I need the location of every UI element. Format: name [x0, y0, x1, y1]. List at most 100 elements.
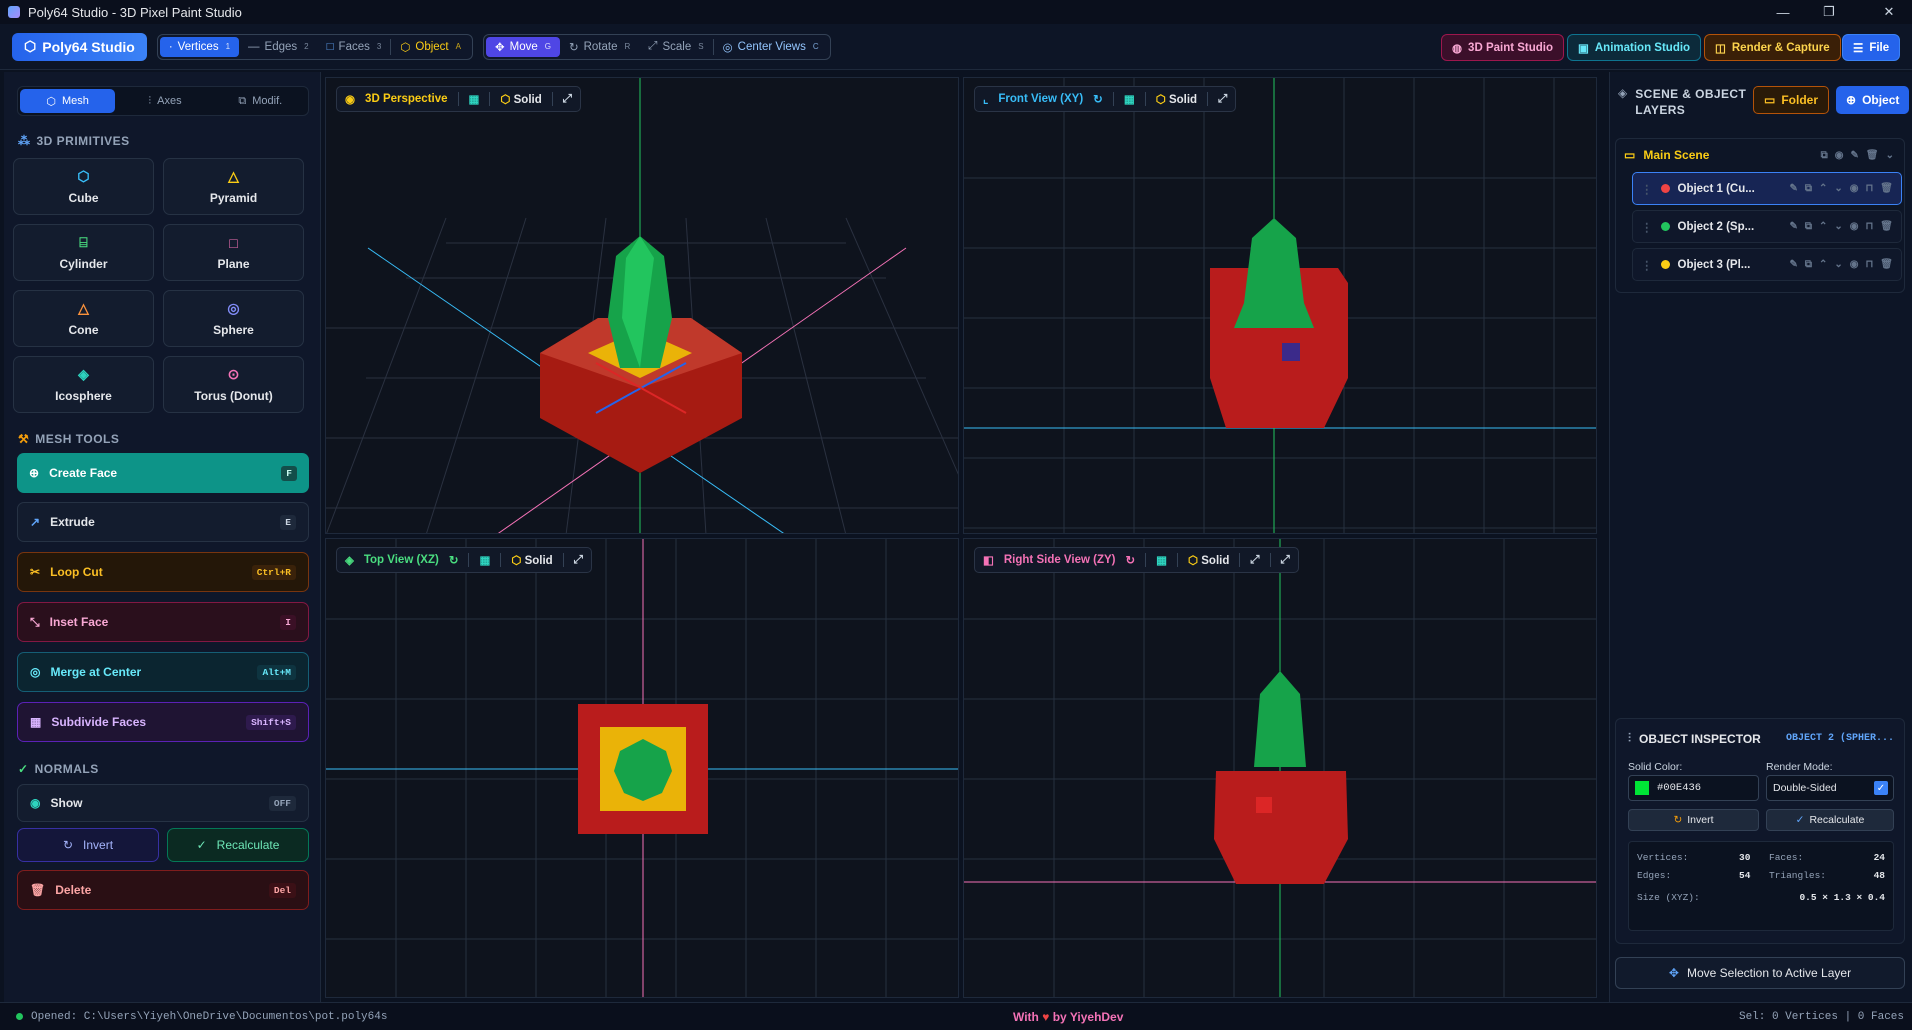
- mode-faces[interactable]: □ Faces 3: [318, 37, 391, 57]
- layer-row[interactable]: ⋮ Object 1 (Cu... ✎ ⧉ ⌃ ⌄ ◉ ⊓ 🗑: [1632, 172, 1902, 205]
- layer-row[interactable]: ⋮ Object 3 (Pl... ✎ ⧉ ⌃ ⌄ ◉ ⊓ 🗑: [1632, 248, 1902, 281]
- chevron-down-icon[interactable]: ⌄: [1834, 259, 1842, 270]
- paint-studio-button[interactable]: ◍ 3D Paint Studio: [1441, 34, 1565, 61]
- create-face-button[interactable]: ⊕ Create Face F: [17, 453, 309, 493]
- add-object-button[interactable]: ⊕ Object: [1836, 86, 1910, 114]
- trash-icon[interactable]: 🗑: [1880, 221, 1893, 232]
- scene-folder[interactable]: ▭ Main Scene ⧉ ◉ ✎ 🗑 ⌄: [1624, 148, 1894, 162]
- eye-icon[interactable]: ◉: [345, 92, 355, 106]
- primitive-plane[interactable]: □ Plane: [163, 224, 304, 281]
- drag-handle-icon[interactable]: ⋮: [1641, 220, 1653, 234]
- recalculate-normals-button[interactable]: ✓ Recalculate: [167, 828, 309, 862]
- scale-button[interactable]: ⤢ Scale S: [639, 37, 712, 57]
- maximize-icon[interactable]: ⤢: [1281, 554, 1290, 567]
- restore-icon[interactable]: ❐: [1806, 0, 1852, 24]
- copy-icon[interactable]: ⧉: [1805, 183, 1812, 194]
- brand-button[interactable]: ⬡ Poly64 Studio: [12, 32, 147, 61]
- viewport-front[interactable]: ⌞ Front View (XY) ↻ ▦ ⬡ Solid ⤢: [963, 77, 1597, 534]
- inspector-recalculate-button[interactable]: ✓ Recalculate: [1766, 809, 1894, 831]
- primitive-cube[interactable]: ⬡ Cube: [13, 158, 154, 215]
- chevron-down-icon[interactable]: ⌄: [1834, 221, 1842, 232]
- edit-icon[interactable]: ✎: [1789, 183, 1797, 194]
- chevron-up-icon[interactable]: ⌃: [1819, 183, 1827, 194]
- close-icon[interactable]: ✕: [1866, 0, 1912, 24]
- rotate-button[interactable]: ↻ Rotate R: [560, 37, 639, 57]
- side-scene: [964, 539, 1596, 997]
- add-folder-button[interactable]: ▭ Folder: [1753, 86, 1830, 114]
- maximize-icon[interactable]: ⤢: [574, 554, 583, 567]
- viewport-perspective[interactable]: ◉ 3D Perspective ▦ ⬡ Solid ⤢: [325, 77, 959, 534]
- inset-face-button[interactable]: ⤡ Inset Face I: [17, 602, 309, 642]
- refresh-icon[interactable]: ↻: [449, 553, 459, 567]
- grid-icon[interactable]: ▦: [1124, 92, 1135, 106]
- refresh-icon[interactable]: ↻: [1093, 92, 1103, 106]
- edit-icon[interactable]: ✎: [1789, 221, 1797, 232]
- loop-cut-button[interactable]: ✂ Loop Cut Ctrl+R: [17, 552, 309, 592]
- maximize-icon[interactable]: ⤢: [1218, 93, 1227, 106]
- inspector-invert-button[interactable]: ↻ Invert: [1628, 809, 1759, 831]
- invert-normals-button[interactable]: ↻ Invert: [17, 828, 159, 862]
- edit-icon[interactable]: ✎: [1789, 259, 1797, 270]
- move-button[interactable]: ✥ Move G: [485, 36, 560, 57]
- chevron-down-icon[interactable]: ⌄: [1834, 183, 1842, 194]
- primitive-cylinder[interactable]: ⌸ Cylinder: [13, 224, 154, 281]
- copy-icon[interactable]: ⧉: [1805, 221, 1812, 232]
- tab-modifiers[interactable]: ⧉ Modif.: [213, 87, 308, 115]
- lock-icon[interactable]: ⊓: [1865, 183, 1873, 194]
- primitive-icosphere[interactable]: ◈ Icosphere: [13, 356, 154, 413]
- trash-icon[interactable]: 🗑: [1880, 259, 1893, 270]
- primitive-sphere[interactable]: ◎ Sphere: [163, 290, 304, 347]
- refresh-icon[interactable]: ↻: [1125, 553, 1135, 567]
- viewport-right-side[interactable]: ◧ Right Side View (ZY) ↻ ▦ ⬡ Solid ⤢ ⤢: [963, 538, 1597, 998]
- copy-icon[interactable]: ⧉: [1805, 259, 1812, 270]
- shading-toggle[interactable]: ⬡ Solid: [511, 553, 552, 567]
- mode-edges[interactable]: — Edges 2: [239, 37, 318, 57]
- grid-icon[interactable]: ▦: [479, 553, 490, 567]
- eye-icon[interactable]: ◉: [1850, 221, 1859, 232]
- move-selection-button[interactable]: ✥ Move Selection to Active Layer: [1615, 957, 1905, 989]
- grid-icon[interactable]: ▦: [1156, 553, 1167, 567]
- animation-studio-button[interactable]: ▣ Animation Studio: [1567, 34, 1702, 61]
- tab-axes[interactable]: ⫶ Axes: [117, 87, 212, 115]
- edit-icon[interactable]: ✎: [1851, 150, 1859, 161]
- shading-toggle[interactable]: ⬡ Solid: [1188, 553, 1229, 567]
- merge-center-button[interactable]: ◎ Merge at Center Alt+M: [17, 652, 309, 692]
- copy-icon[interactable]: ⧉: [1821, 150, 1828, 161]
- render-capture-button[interactable]: ◫ Render & Capture: [1704, 34, 1841, 61]
- layer-row[interactable]: ⋮ Object 2 (Sp... ✎ ⧉ ⌃ ⌄ ◉ ⊓ 🗑: [1632, 210, 1902, 243]
- trash-icon[interactable]: 🗑: [1880, 183, 1893, 194]
- file-menu-button[interactable]: ☰ File: [1842, 34, 1901, 61]
- mode-vertices[interactable]: · Vertices 1: [159, 36, 240, 57]
- center-views-button[interactable]: ◎ Center Views C: [714, 37, 828, 57]
- trash-icon[interactable]: 🗑: [1866, 150, 1879, 161]
- eye-icon[interactable]: ◉: [1835, 150, 1844, 161]
- subdivide-faces-button[interactable]: ▦ Subdivide Faces Shift+S: [17, 702, 309, 742]
- primitive-pyramid[interactable]: △ Pyramid: [163, 158, 304, 215]
- viewport-top[interactable]: ◈ Top View (XZ) ↻ ▦ ⬡ Solid ⤢: [325, 538, 959, 998]
- chevron-down-icon[interactable]: ⌄: [1886, 150, 1894, 161]
- minimize-icon[interactable]: —: [1760, 0, 1806, 24]
- show-normals-toggle[interactable]: ◉ Show OFF: [17, 784, 309, 822]
- delete-button[interactable]: 🗑 Delete Del: [17, 870, 309, 910]
- expand-icon[interactable]: ⤢: [1250, 554, 1259, 567]
- eye-icon[interactable]: ◉: [1850, 183, 1859, 194]
- solid-color-picker[interactable]: #00E436: [1628, 775, 1759, 801]
- lock-icon[interactable]: ⊓: [1865, 259, 1873, 270]
- chevron-up-icon[interactable]: ⌃: [1819, 259, 1827, 270]
- mode-object[interactable]: ⬡ Object A: [391, 37, 470, 57]
- drag-handle-icon[interactable]: ⋮: [1641, 182, 1653, 196]
- primitive-cone[interactable]: △ Cone: [13, 290, 154, 347]
- eye-icon[interactable]: ◉: [1850, 259, 1859, 270]
- double-sided-checkbox[interactable]: ✓: [1874, 781, 1888, 795]
- drag-handle-icon[interactable]: ⋮: [1641, 258, 1653, 272]
- chevron-up-icon[interactable]: ⌃: [1819, 221, 1827, 232]
- maximize-icon[interactable]: ⤢: [563, 93, 572, 106]
- shading-toggle[interactable]: ⬡ Solid: [500, 92, 541, 106]
- render-mode-select[interactable]: Double-Sided ✓: [1766, 775, 1894, 801]
- tab-mesh[interactable]: ⬡ Mesh: [20, 89, 116, 113]
- grid-icon[interactable]: ▦: [469, 92, 480, 106]
- lock-icon[interactable]: ⊓: [1865, 221, 1873, 232]
- primitive-torus[interactable]: ⊙ Torus (Donut): [163, 356, 304, 413]
- shading-toggle[interactable]: ⬡ Solid: [1156, 92, 1197, 106]
- extrude-button[interactable]: ↗ Extrude E: [17, 502, 309, 542]
